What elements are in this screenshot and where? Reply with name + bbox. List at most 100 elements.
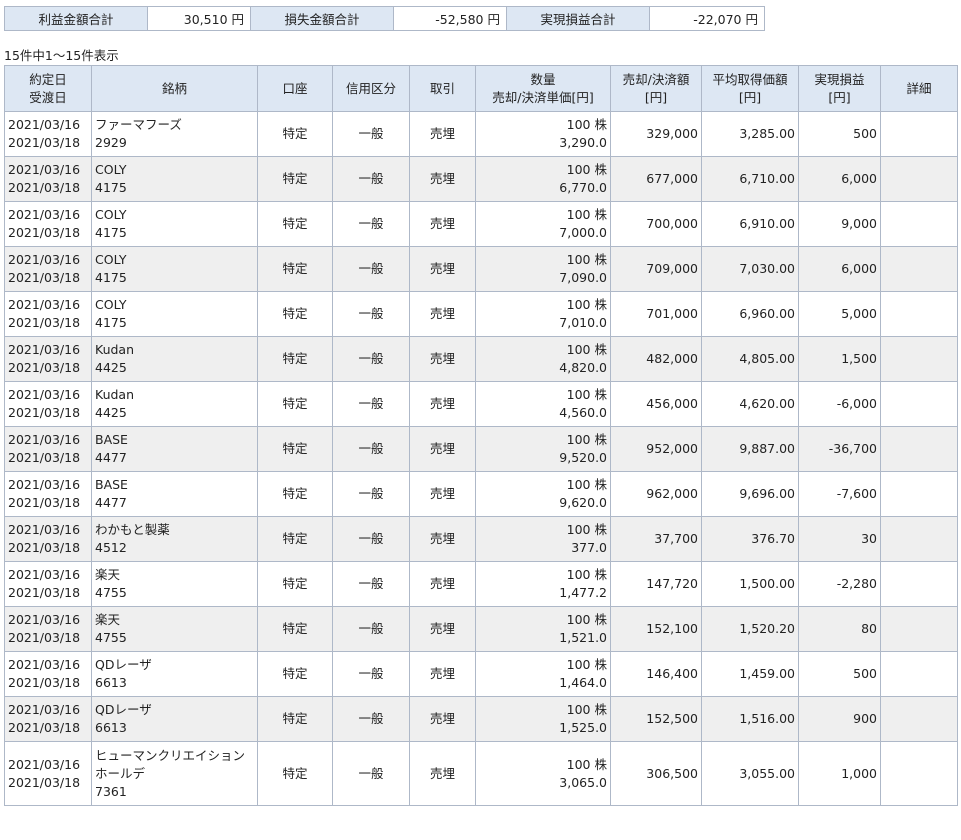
account-cell: 特定 [257, 111, 333, 157]
summary-bar: 利益金額合計 30,510 円 損失金額合計 -52,580 円 実現損益合計 … [4, 6, 765, 31]
unit-price: 4,560.0 [559, 405, 607, 420]
detail-cell [880, 426, 958, 472]
delivery-date: 2021/03/18 [8, 315, 81, 330]
table-row: 2021/03/16 2021/03/18 わかもと製薬 4512 特定 一般 売埋 100 … [4, 516, 958, 562]
contract-date: 2021/03/16 [8, 432, 81, 447]
quantity-cell: 100 株 3,065.0 [475, 741, 611, 806]
delivery-date: 2021/03/18 [8, 360, 81, 375]
contract-date: 2021/03/16 [8, 657, 81, 672]
quantity-cell: 100 株 9,620.0 [475, 471, 611, 517]
header-detail: 詳細 [880, 65, 958, 112]
header-amount: 売却/決済額 [円] [610, 65, 702, 112]
contract-date: 2021/03/16 [8, 162, 81, 177]
brand-name: COLY [95, 297, 127, 312]
account-cell: 特定 [257, 471, 333, 517]
unit-price: 1,521.0 [559, 630, 607, 645]
detail-cell [880, 246, 958, 292]
quantity: 100 株 [566, 657, 607, 672]
quantity-cell: 100 株 4,560.0 [475, 381, 611, 427]
quantity-cell: 100 株 1,477.2 [475, 561, 611, 607]
table-row: 2021/03/16 2021/03/18 ファーマフーズ 2929 特定 一般 売埋 100… [4, 111, 958, 157]
credit-cell: 一般 [332, 741, 410, 806]
unit-price: 7,000.0 [559, 225, 607, 240]
detail-cell [880, 111, 958, 157]
amount-cell: 306,500 [610, 741, 702, 806]
trade-cell: 売埋 [409, 606, 476, 652]
brand-cell: Kudan 4425 [91, 336, 258, 382]
brand-name: QDレーザ [95, 702, 152, 717]
delivery-date: 2021/03/18 [8, 405, 81, 420]
realized-pl-cell: -2,280 [798, 561, 881, 607]
delivery-date: 2021/03/18 [8, 270, 81, 285]
amount-cell: 701,000 [610, 291, 702, 337]
account-cell: 特定 [257, 336, 333, 382]
amount-cell: 677,000 [610, 156, 702, 202]
brand-code: 4175 [95, 270, 127, 285]
brand-code: 4477 [95, 450, 127, 465]
credit-cell: 一般 [332, 381, 410, 427]
trade-cell: 売埋 [409, 336, 476, 382]
date-cell: 2021/03/16 2021/03/18 [4, 246, 92, 292]
brand-cell: COLY 4175 [91, 246, 258, 292]
realized-pl-table: 約定日 受渡日 銘柄 口座 信用区分 取引 数量 売却/決済単価[円] 売却/決… [4, 65, 958, 806]
date-cell: 2021/03/16 2021/03/18 [4, 471, 92, 517]
brand-name: 楽天 [95, 612, 121, 627]
header-account: 口座 [257, 65, 333, 112]
brand-code: 6613 [95, 720, 127, 735]
amount-cell: 146,400 [610, 651, 702, 697]
unit-price: 4,820.0 [559, 360, 607, 375]
avg-cost-cell: 4,805.00 [701, 336, 799, 382]
realized-pl-cell: 9,000 [798, 201, 881, 247]
delivery-date: 2021/03/18 [8, 720, 81, 735]
detail-cell [880, 156, 958, 202]
date-cell: 2021/03/16 2021/03/18 [4, 291, 92, 337]
realized-pl-cell: -6,000 [798, 381, 881, 427]
quantity-cell: 100 株 7,010.0 [475, 291, 611, 337]
table-row: 2021/03/16 2021/03/18 楽天 4755 特定 一般 売埋 100 株 1,5… [4, 606, 958, 652]
header-trade: 取引 [409, 65, 476, 112]
quantity: 100 株 [566, 567, 607, 582]
table-row: 2021/03/16 2021/03/18 BASE 4477 特定 一般 売埋 100 株9… [4, 426, 958, 472]
avg-cost-cell: 3,285.00 [701, 111, 799, 157]
quantity-cell: 100 株 377.0 [475, 516, 611, 562]
quantity: 100 株 [566, 522, 607, 537]
date-cell: 2021/03/16 2021/03/18 [4, 336, 92, 382]
header-delivery-date: 受渡日 [29, 89, 67, 105]
quantity: 100 株 [566, 207, 607, 222]
brand-name: わかもと製薬 [95, 522, 170, 537]
credit-cell: 一般 [332, 201, 410, 247]
credit-cell: 一般 [332, 561, 410, 607]
trade-cell: 売埋 [409, 291, 476, 337]
trade-cell: 売埋 [409, 111, 476, 157]
header-quantity-line2: 売却/決済単価[円] [492, 89, 594, 105]
realized-pl-cell: 6,000 [798, 156, 881, 202]
realized-pl-cell: 80 [798, 606, 881, 652]
amount-cell: 709,000 [610, 246, 702, 292]
delivery-date: 2021/03/18 [8, 135, 81, 150]
unit-price: 7,090.0 [559, 270, 607, 285]
account-cell: 特定 [257, 381, 333, 427]
header-avg-line2: [円] [738, 89, 762, 105]
quantity: 100 株 [566, 387, 607, 402]
brand-name: ファーマフーズ [95, 117, 182, 132]
realized-pl-cell: -36,700 [798, 426, 881, 472]
brand-code: 4175 [95, 225, 127, 240]
brand-code: 4477 [95, 495, 127, 510]
delivery-date: 2021/03/18 [8, 774, 81, 790]
contract-date: 2021/03/16 [8, 612, 81, 627]
detail-cell [880, 651, 958, 697]
credit-cell: 一般 [332, 156, 410, 202]
quantity-cell: 100 株 4,820.0 [475, 336, 611, 382]
date-cell: 2021/03/16 2021/03/18 [4, 561, 92, 607]
quantity-cell: 100 株 1,525.0 [475, 696, 611, 742]
avg-cost-cell: 1,500.00 [701, 561, 799, 607]
credit-cell: 一般 [332, 336, 410, 382]
quantity: 100 株 [566, 297, 607, 312]
amount-cell: 37,700 [610, 516, 702, 562]
realized-pl-cell: -7,600 [798, 471, 881, 517]
realized-total-label: 実現損益合計 [506, 6, 650, 31]
quantity-cell: 100 株 1,521.0 [475, 606, 611, 652]
trade-cell: 売埋 [409, 561, 476, 607]
credit-cell: 一般 [332, 291, 410, 337]
quantity: 100 株 [566, 342, 607, 357]
